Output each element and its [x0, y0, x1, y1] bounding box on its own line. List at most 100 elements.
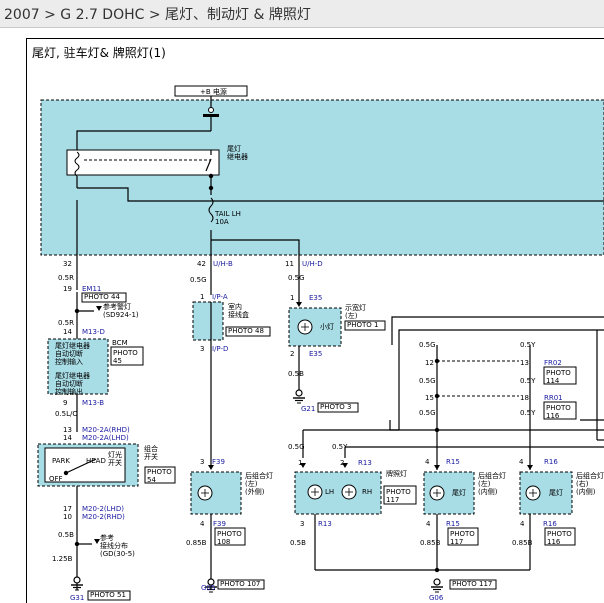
wire-label: 0.85B	[186, 539, 207, 547]
wire-label: 0.5R	[58, 319, 74, 327]
splice-dot	[434, 567, 440, 573]
pin-label: 17	[63, 505, 72, 513]
wire-label: 0.5G	[419, 409, 436, 417]
pin-label: 4	[425, 458, 430, 466]
ground-label: G31	[70, 594, 84, 602]
wire-label: 0.5G	[190, 276, 207, 284]
bcm-label: 自动切断	[55, 349, 83, 358]
switch-pivot-icon	[63, 470, 69, 476]
pin-label: 12	[425, 359, 434, 367]
switch-position-label: PARK	[52, 457, 70, 465]
connector-label: R16	[543, 520, 557, 528]
pin-label: 4	[519, 458, 524, 466]
photo-label: PHOTO	[450, 530, 475, 538]
lamp-name: 牌照灯	[386, 469, 407, 478]
pin-label: 13	[520, 359, 529, 367]
pin-label: 18	[520, 394, 529, 402]
photo-label: PHOTO 48	[228, 327, 264, 335]
photo-label: PHOTO	[113, 349, 138, 357]
connector-arrow-icon	[96, 306, 102, 311]
photo-label: 54	[147, 476, 156, 484]
lamp-name: 尾灯	[452, 488, 466, 497]
ground-icon	[295, 389, 303, 397]
connector-arrow-icon	[208, 465, 214, 470]
pin-label: 19	[63, 285, 72, 293]
terminal-icon	[208, 107, 214, 113]
wire-right	[389, 420, 399, 431]
pin-label: 3	[300, 520, 304, 528]
fuse-label: TAIL LH	[214, 210, 241, 218]
lamp-name: 尾灯	[549, 488, 563, 497]
wire-label: 0.5B	[288, 370, 304, 378]
bcm-label: 控制输出	[55, 387, 83, 396]
lamp-name: (左)	[478, 479, 491, 488]
relay-label: 继电器	[227, 152, 248, 161]
connector-label: M20-2(RHD)	[82, 513, 125, 521]
lamp-name: (外侧)	[245, 487, 265, 496]
wire-label: 0.5B	[290, 539, 306, 547]
connector-name: 接线盒	[228, 310, 249, 319]
lamp-name: (左)	[245, 479, 258, 488]
photo-label: PHOTO 3	[320, 403, 351, 411]
lamp-name: LH	[325, 488, 334, 496]
photo-label: PHOTO 107	[220, 580, 260, 588]
pin-label: 13	[63, 426, 72, 434]
junction-box	[40, 99, 604, 256]
pin-label: 1	[200, 293, 204, 301]
wire-label: 0.5Y	[332, 443, 348, 451]
photo-label: PHOTO	[546, 369, 571, 377]
pin-label: 2	[290, 350, 294, 358]
wire-label: 0.5G	[288, 443, 305, 451]
connector-label: I/P-A	[212, 293, 228, 301]
wire-label: 0.85B	[512, 539, 533, 547]
photo-label: 116	[546, 412, 560, 420]
photo-label: 114	[546, 377, 560, 385]
pin-label: 10	[63, 513, 72, 521]
photo-label: PHOTO	[546, 404, 571, 412]
connector-label: R16	[544, 458, 558, 466]
lamp-name: (内侧)	[576, 487, 596, 496]
connector-label: R13	[318, 520, 332, 528]
wire-label: 0.5G	[288, 274, 305, 282]
lamp-name: 后组合灯	[245, 471, 273, 480]
photo-label: PHOTO	[547, 530, 572, 538]
wire-label: 0.5Y	[520, 377, 536, 385]
connector-label: E35	[309, 294, 322, 302]
connector-arrow-icon	[434, 465, 440, 470]
connector-arrow-icon	[296, 302, 302, 307]
wire-label: 0.5G	[419, 341, 436, 349]
wire-label: 0.5B	[58, 531, 74, 539]
pin-label: 14	[63, 328, 72, 336]
switch-position-label: HEAD	[86, 457, 106, 465]
relay-label: 尾灯	[227, 144, 241, 153]
photo-label: 117	[386, 496, 399, 504]
photo-label: PHOTO	[217, 530, 242, 538]
ground-label: G21	[301, 405, 315, 413]
switch-name: 组合	[144, 444, 158, 453]
connector-label: M13-B	[82, 399, 104, 407]
connector-name: 室内	[228, 302, 242, 311]
connector-label: RR01	[544, 394, 563, 402]
bcm-label: 尾灯继电器	[55, 371, 90, 380]
ground-icon	[433, 578, 441, 586]
fuse-link-icon	[203, 114, 219, 117]
connector-arrow-icon	[527, 465, 533, 470]
pin-label: 3	[200, 345, 204, 353]
connector-label: M13-D	[82, 328, 105, 336]
photo-label: 45	[113, 357, 122, 365]
pin-label: 3	[200, 458, 204, 466]
bcm-label: 尾灯继电器	[55, 341, 90, 350]
photo-label: 108	[217, 538, 230, 546]
ground-icon	[73, 576, 81, 584]
photo-label: PHOTO	[386, 488, 411, 496]
switch-name: 开关	[144, 452, 158, 461]
splice-dot	[208, 185, 214, 191]
fuse-label: 10A	[215, 218, 229, 226]
junction-connector	[192, 301, 224, 341]
power-label: +B 电源	[200, 87, 227, 96]
module-name: BCM	[112, 339, 128, 347]
pin-label: 4	[426, 520, 431, 528]
pin-label: 42	[197, 260, 206, 268]
reference-label: (GD(30-5)	[100, 550, 135, 558]
lamp-name: 小灯	[320, 322, 334, 331]
